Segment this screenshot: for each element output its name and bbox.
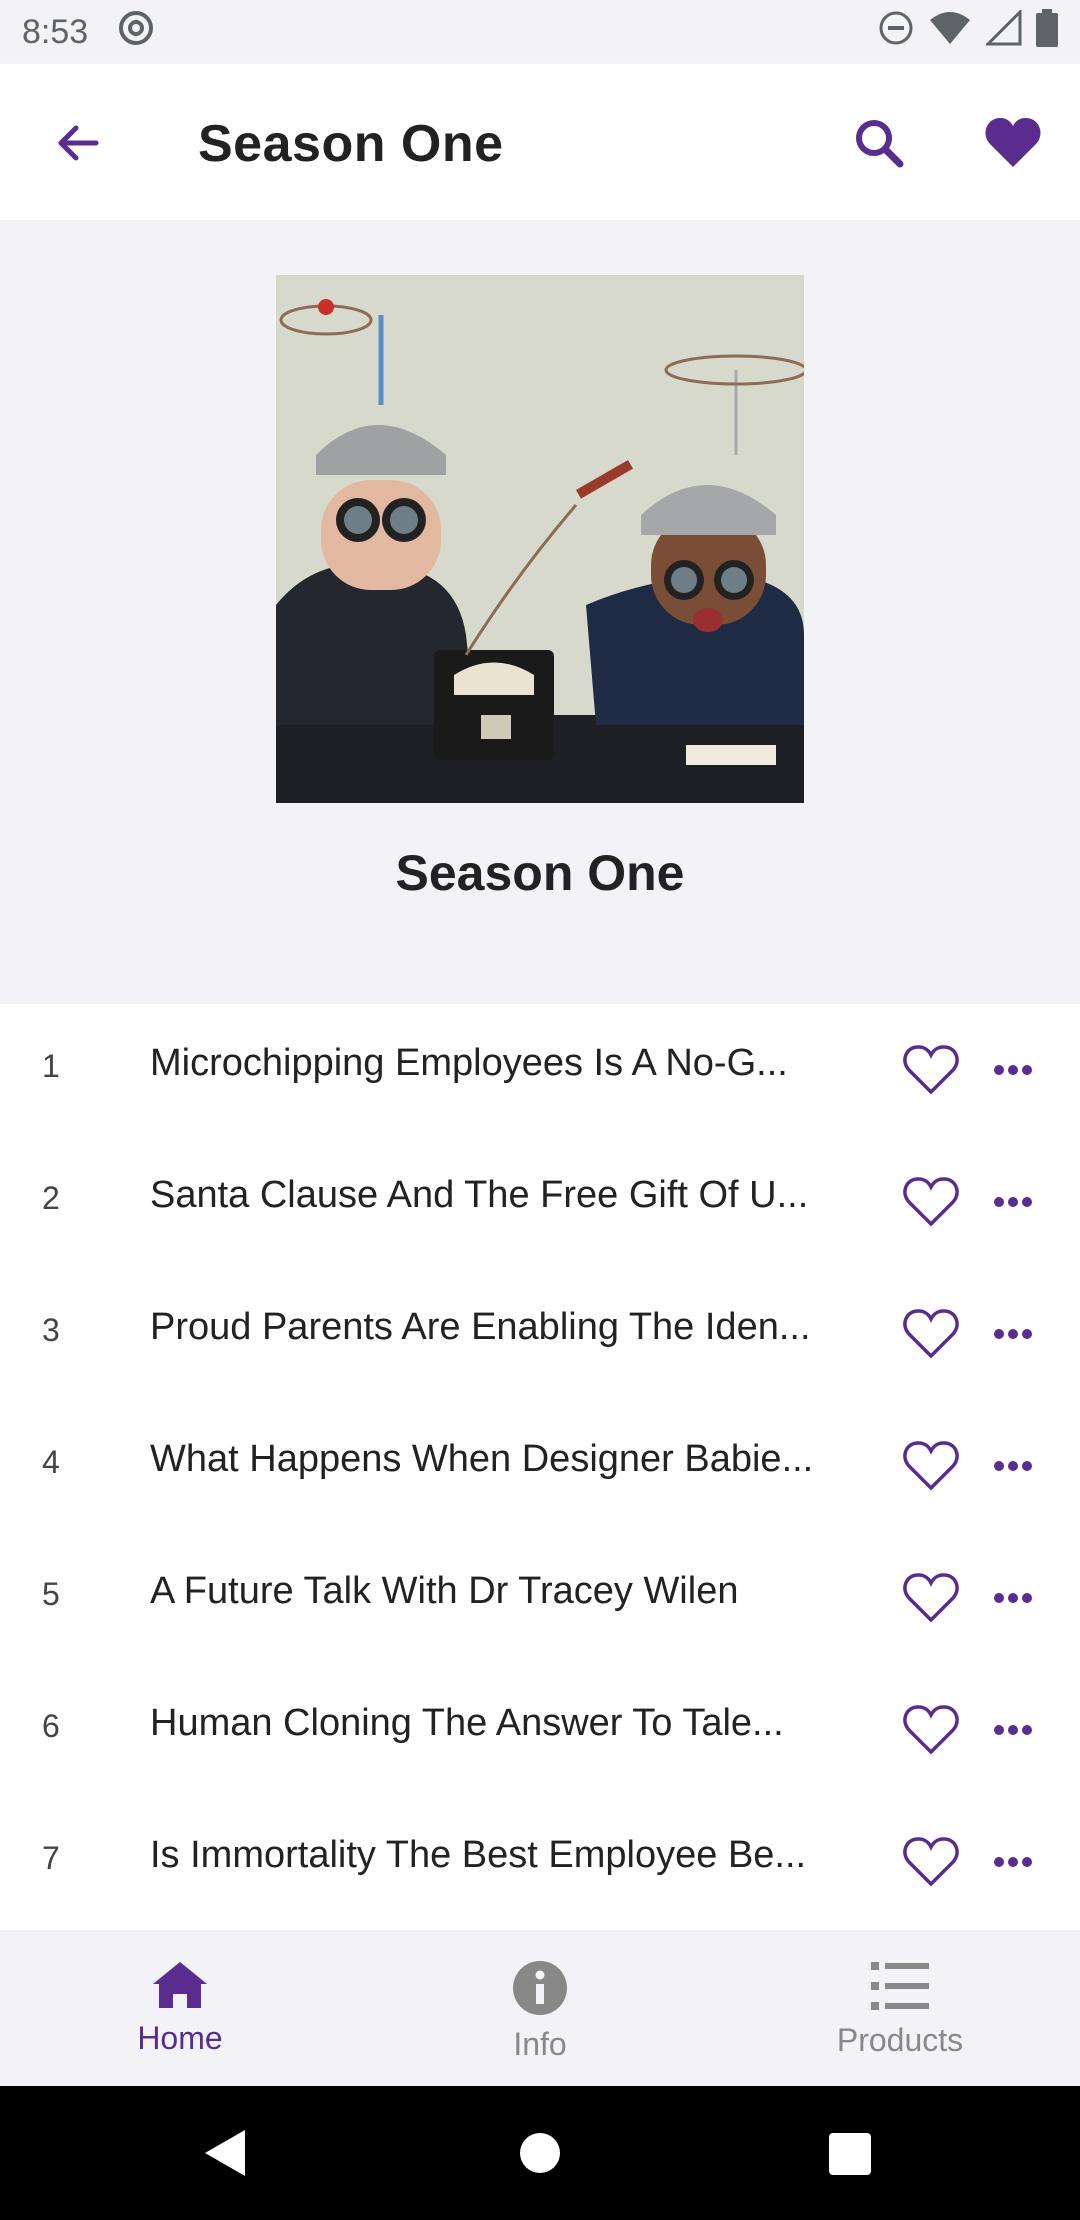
favorite-episode-button[interactable] xyxy=(900,1172,962,1232)
wifi-icon xyxy=(928,10,972,55)
more-horizontal-icon xyxy=(994,1329,1032,1339)
season-cover-image xyxy=(276,275,804,803)
list-item[interactable]: 5 A Future Talk With Dr Tracey Wilen xyxy=(0,1532,1080,1664)
search-button[interactable] xyxy=(844,108,914,178)
do-not-disturb-icon xyxy=(878,10,914,55)
at-sign-icon xyxy=(116,8,156,57)
list-item[interactable]: 4 What Happens When Designer Babie... xyxy=(0,1400,1080,1532)
episode-title[interactable]: Santa Clause And The Free Gift Of U... xyxy=(150,1174,850,1217)
more-horizontal-icon xyxy=(994,1857,1032,1867)
episode-number: 4 xyxy=(42,1444,60,1480)
more-options-button[interactable] xyxy=(985,1176,1041,1228)
episode-title[interactable]: Proud Parents Are Enabling The Iden... xyxy=(150,1306,850,1349)
system-home-button[interactable] xyxy=(520,2133,560,2173)
heart-outline-icon xyxy=(903,1573,959,1623)
list-item[interactable]: 7 Is Immortality The Best Employee Be... xyxy=(0,1796,1080,1928)
status-time: 8:53 xyxy=(22,12,89,51)
more-options-button[interactable] xyxy=(985,1044,1041,1096)
status-bar: 8:53 xyxy=(0,0,1080,64)
arrow-left-icon xyxy=(58,125,99,161)
system-back-button[interactable] xyxy=(203,2128,247,2178)
system-recents-button[interactable] xyxy=(829,2133,871,2175)
more-horizontal-icon xyxy=(994,1461,1032,1471)
signal-icon xyxy=(984,7,1022,55)
favorite-episode-button[interactable] xyxy=(900,1436,962,1496)
more-horizontal-icon xyxy=(994,1065,1032,1075)
favorite-episode-button[interactable] xyxy=(900,1304,962,1364)
list-item[interactable]: 2 Santa Clause And The Free Gift Of U... xyxy=(0,1136,1080,1268)
system-navigation-bar xyxy=(0,2086,1080,2220)
heart-outline-icon xyxy=(903,1309,959,1359)
favorite-episode-button[interactable] xyxy=(900,1568,962,1628)
episode-list: 1 Microchipping Employees Is A No-G... 2… xyxy=(0,1004,1080,1930)
list-item[interactable]: 1 Microchipping Employees Is A No-G... xyxy=(0,1004,1080,1136)
more-options-button[interactable] xyxy=(985,1308,1041,1360)
page-title: Season One xyxy=(198,115,504,173)
nav-tab-products[interactable]: Products xyxy=(720,1930,1080,2086)
list-item[interactable]: 6 Human Cloning The Answer To Tale... xyxy=(0,1664,1080,1796)
favorite-button[interactable] xyxy=(976,108,1050,178)
home-icon xyxy=(153,1962,207,2008)
more-options-button[interactable] xyxy=(985,1572,1041,1624)
episode-title[interactable]: A Future Talk With Dr Tracey Wilen xyxy=(150,1570,850,1613)
nav-tab-home[interactable]: Home xyxy=(0,1930,360,2086)
episode-title[interactable]: Microchipping Employees Is A No-G... xyxy=(150,1042,850,1085)
heart-filled-icon xyxy=(985,117,1041,167)
episode-title[interactable]: Human Cloning The Answer To Tale... xyxy=(150,1702,850,1745)
episode-number: 7 xyxy=(42,1840,60,1876)
episode-title[interactable]: Is Immortality The Best Employee Be... xyxy=(150,1834,850,1877)
favorite-episode-button[interactable] xyxy=(900,1040,962,1100)
more-options-button[interactable] xyxy=(985,1440,1041,1492)
favorite-episode-button[interactable] xyxy=(900,1700,962,1760)
heart-outline-icon xyxy=(903,1177,959,1227)
bottom-navigation: Home Info Products xyxy=(0,1930,1080,2086)
more-options-button[interactable] xyxy=(985,1704,1041,1756)
nav-label-info: Info xyxy=(513,2026,567,2062)
nav-label-products: Products xyxy=(836,2022,964,2058)
back-button[interactable] xyxy=(42,108,112,178)
nav-tab-info[interactable]: Info xyxy=(360,1930,720,2086)
battery-icon xyxy=(1036,8,1058,56)
episode-title[interactable]: What Happens When Designer Babie... xyxy=(150,1438,850,1481)
season-title: Season One xyxy=(395,845,685,901)
info-icon xyxy=(513,1961,567,2015)
episode-number: 5 xyxy=(42,1576,60,1612)
episode-number: 2 xyxy=(42,1180,60,1216)
list-icon xyxy=(871,1962,929,2010)
heart-outline-icon xyxy=(903,1045,959,1095)
search-icon xyxy=(856,120,904,168)
episode-number: 3 xyxy=(42,1312,60,1348)
heart-outline-icon xyxy=(903,1837,959,1887)
heart-outline-icon xyxy=(903,1705,959,1755)
favorite-episode-button[interactable] xyxy=(900,1832,962,1892)
episode-number: 6 xyxy=(42,1708,60,1744)
more-horizontal-icon xyxy=(994,1593,1032,1603)
nav-label-home: Home xyxy=(137,2020,223,2056)
more-options-button[interactable] xyxy=(985,1836,1041,1888)
more-horizontal-icon xyxy=(994,1197,1032,1207)
more-horizontal-icon xyxy=(994,1725,1032,1735)
season-header: Season One xyxy=(0,220,1080,1004)
app-bar: Season One xyxy=(0,64,1080,220)
episode-number: 1 xyxy=(42,1048,60,1084)
list-item[interactable]: 3 Proud Parents Are Enabling The Iden... xyxy=(0,1268,1080,1400)
heart-outline-icon xyxy=(903,1441,959,1491)
